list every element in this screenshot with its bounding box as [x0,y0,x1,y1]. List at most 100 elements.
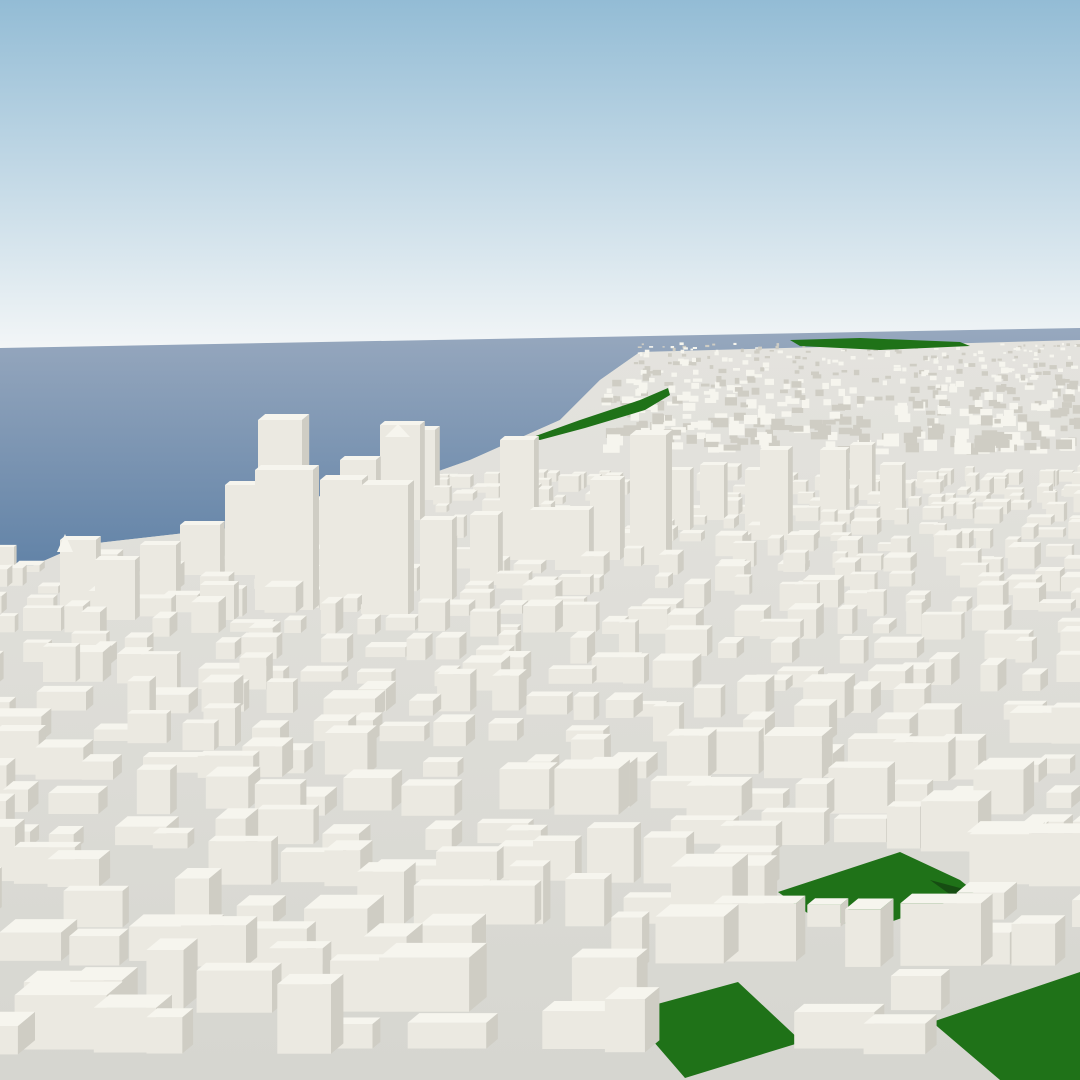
building [205,766,261,809]
distant-building [690,348,693,351]
building [1073,490,1080,513]
building [69,928,129,966]
distant-building [1038,424,1050,431]
distant-building [691,357,696,362]
building [284,615,307,633]
building [1036,527,1067,538]
distant-building [1000,415,1016,426]
distant-building [635,389,641,396]
distant-building [935,384,941,388]
city-render-scene [0,0,1080,1080]
distant-building [1065,389,1075,395]
distant-building [814,424,826,431]
distant-building [1031,375,1039,378]
distant-building [1069,418,1076,425]
building [889,570,916,587]
building [807,898,849,927]
distant-building [668,385,676,393]
building [922,505,944,520]
distant-building [822,357,826,361]
distant-building [671,372,677,377]
distant-building [758,346,762,350]
building [1021,523,1039,540]
distant-building [679,342,684,346]
distant-building [823,399,832,406]
building [499,762,558,810]
distant-building [794,370,800,374]
distant-building [893,367,902,371]
distant-building [997,358,1002,361]
distant-building [923,355,928,361]
distant-building [1053,345,1056,347]
distant-building [642,373,651,377]
building [300,665,349,682]
distant-building [885,395,895,401]
distant-building [900,378,906,384]
distant-building [978,357,985,362]
distant-building [1014,355,1018,359]
distant-building [723,444,741,451]
distant-building [642,376,650,381]
distant-building [643,353,650,358]
building [38,582,63,594]
distant-building [1035,344,1038,347]
distant-building [1029,350,1033,353]
distant-building [785,395,792,404]
distant-building [954,435,967,449]
distant-building [641,343,644,346]
distant-building [762,362,770,368]
distant-building [684,379,691,383]
distant-building [926,410,936,415]
sky [0,0,1080,350]
distant-building [751,387,760,395]
distant-building [621,396,634,403]
distant-building [687,425,695,430]
distant-building [682,402,696,411]
distant-building [638,382,648,390]
building [343,769,403,811]
distant-building [832,372,839,376]
distant-building [777,350,783,354]
distant-building [949,383,956,391]
building [679,530,705,542]
building [783,549,809,572]
distant-building [654,414,665,423]
building [152,827,195,849]
building [1068,518,1080,539]
distant-building [969,415,983,425]
distant-building [709,365,714,369]
distant-building [945,376,952,383]
building [900,893,993,966]
distant-building [1007,368,1015,371]
distant-building [933,360,939,364]
distant-building [612,379,622,387]
distant-building [1052,391,1058,399]
building [1064,554,1080,569]
building [1022,668,1048,691]
building [407,1013,498,1049]
building [1046,785,1080,808]
building [136,764,177,815]
distant-building [714,413,728,418]
distant-building [802,346,806,348]
building [406,632,433,661]
building [385,614,420,631]
distant-building [1062,379,1070,383]
distant-building [1012,359,1016,362]
building [1029,823,1080,887]
building [655,904,739,964]
building [523,599,563,633]
building [357,614,381,635]
building [470,608,501,637]
distant-building [1049,365,1057,370]
distant-building [1024,385,1035,390]
building [0,564,13,587]
building [570,630,596,664]
distant-building [921,371,926,377]
building [436,846,504,883]
distant-building [896,350,902,354]
building [1045,543,1075,557]
distant-building [1017,414,1028,422]
distant-building [1062,402,1072,408]
building [342,593,363,612]
